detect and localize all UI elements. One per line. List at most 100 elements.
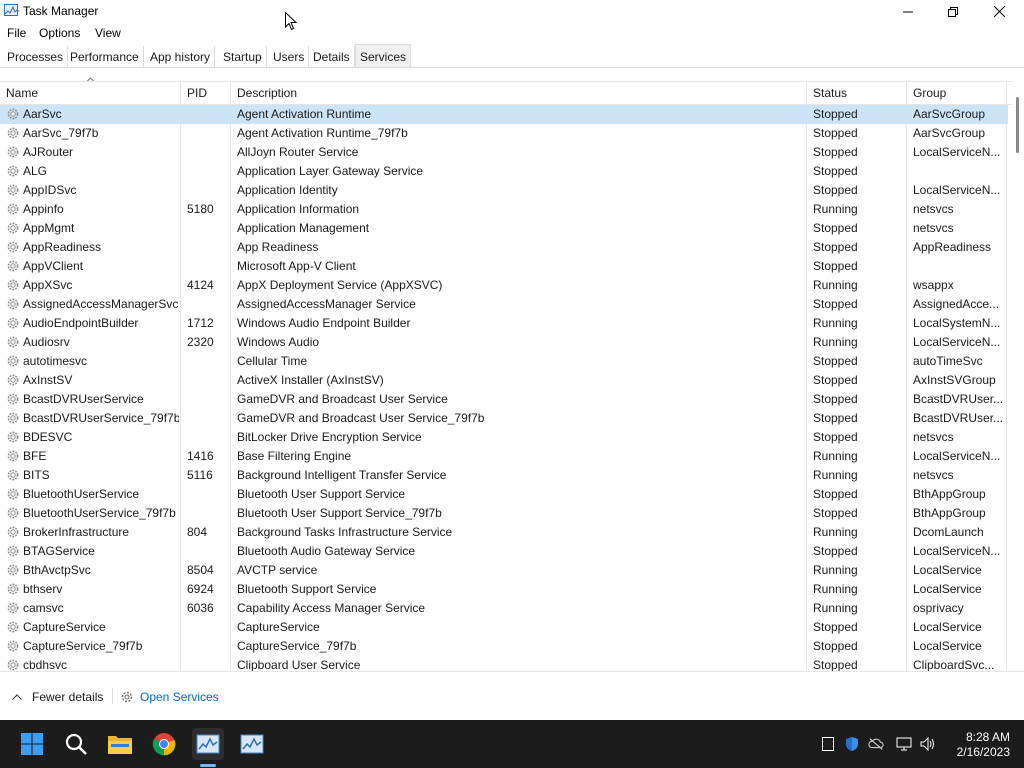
table-row[interactable]: AppVClient Microsoft App-V Client Stopped: [0, 257, 1008, 276]
close-button[interactable]: [976, 0, 1022, 23]
table-row[interactable]: AssignedAccessManagerSvc AssignedAccessMa…: [0, 295, 1008, 314]
windows-security-icon[interactable]: [844, 736, 860, 752]
tab-app-history[interactable]: App history: [146, 46, 216, 68]
service-description: Windows Audio Endpoint Builder: [237, 316, 411, 330]
table-row[interactable]: BDESVC BitLocker Drive Encryption Service…: [0, 428, 1008, 447]
onedrive-icon[interactable]: [868, 736, 884, 752]
service-status: Stopped: [813, 658, 858, 671]
table-row[interactable]: AarSvc Agent Activation Runtime Stopped Aar…: [0, 105, 1008, 124]
table-row[interactable]: BcastDVRUserService GameDVR and Broadcast…: [0, 390, 1008, 409]
table-row[interactable]: BthAvctpSvc 8504 AVCTP service Running Local…: [0, 561, 1008, 580]
service-gear-icon: [6, 240, 20, 254]
table-row[interactable]: BFE 1416 Base Filtering Engine Running Local…: [0, 447, 1008, 466]
table-row[interactable]: Appinfo 5180 Application Information Runnin…: [0, 200, 1008, 219]
table-row[interactable]: BcastDVRUserService_79f7b GameDVR and Bro…: [0, 409, 1008, 428]
table-row[interactable]: AxInstSV ActiveX Installer (AxInstSV) Stop…: [0, 371, 1008, 390]
service-group: LocalService: [913, 639, 982, 653]
table-row[interactable]: AppIDSvc Application Identity Stopped Local…: [0, 181, 1008, 200]
service-gear-icon: [6, 639, 20, 653]
start-icon[interactable]: [16, 728, 48, 760]
table-row[interactable]: AarSvc_79f7b Agent Activation Runtime_79f…: [0, 124, 1008, 143]
column-header-status[interactable]: Status: [807, 82, 906, 105]
column-header-description[interactable]: Description: [231, 82, 806, 105]
service-group: LocalServiceN...: [913, 449, 1001, 463]
tab-services[interactable]: Services: [355, 44, 412, 68]
service-name: Appinfo: [23, 202, 64, 216]
column-header-pid[interactable]: PID: [181, 82, 230, 105]
table-row[interactable]: BITS 5116 Background Intelligent Transfer …: [0, 466, 1008, 485]
table-row[interactable]: Audiosrv 2320 Windows Audio Running LocalSer…: [0, 333, 1008, 352]
table-row[interactable]: AppReadiness App Readiness Stopped AppReadi…: [0, 238, 1008, 257]
task-manager-icon[interactable]: [236, 728, 268, 760]
task-manager-icon[interactable]: [192, 728, 224, 760]
service-group: AarSvcGroup: [913, 126, 986, 140]
menu-view[interactable]: View: [95, 26, 121, 40]
table-row[interactable]: AudioEndpointBuilder 1712 Windows Audio En…: [0, 314, 1008, 333]
service-name: BrokerInfrastructure: [23, 525, 130, 539]
clock-time: 8:28 AM: [965, 730, 1010, 744]
minimize-button[interactable]: [885, 0, 931, 23]
tab-startup[interactable]: Startup: [219, 46, 267, 68]
service-status: Running: [813, 468, 858, 482]
table-row[interactable]: bthserv 6924 Bluetooth Support Service Runn…: [0, 580, 1008, 599]
tab-details[interactable]: Details: [309, 46, 355, 68]
file-explorer-icon[interactable]: [104, 728, 136, 760]
table-row[interactable]: AJRouter AllJoyn Router Service Stopped Loc…: [0, 143, 1008, 162]
service-pid: 2320: [187, 335, 214, 349]
menu-file[interactable]: File: [7, 26, 26, 40]
table-row[interactable]: cbdhsvc Clipboard User Service Stopped Clip…: [0, 656, 1008, 671]
table-row[interactable]: CaptureService_79f7b CaptureService_79f7b…: [0, 637, 1008, 656]
table-row[interactable]: AppMgmt Application Management Stopped nets…: [0, 219, 1008, 238]
tab-users[interactable]: Users: [269, 46, 310, 68]
service-description: Application Layer Gateway Service: [237, 164, 424, 178]
service-gear-icon: [6, 202, 20, 216]
column-header-group[interactable]: Group: [907, 82, 1007, 105]
table-row[interactable]: AppXSvc 4124 AppX Deployment Service (AppX…: [0, 276, 1008, 295]
service-gear-icon: [6, 430, 20, 444]
service-group: LocalSystemN...: [913, 316, 1001, 330]
search-icon[interactable]: [60, 728, 92, 760]
service-group: netsvcs: [913, 468, 954, 482]
table-row[interactable]: ALG Application Layer Gateway Service Stop…: [0, 162, 1008, 181]
restore-button[interactable]: [930, 0, 976, 23]
table-row[interactable]: BluetoothUserService Bluetooth User Suppo…: [0, 485, 1008, 504]
vertical-scrollbar[interactable]: [1012, 81, 1024, 671]
service-status: Stopped: [813, 297, 858, 311]
service-description: Bluetooth User Support Service_79f7b: [237, 506, 442, 520]
service-group: AxInstSVGroup: [913, 373, 996, 387]
fewer-details-button[interactable]: Fewer details: [12, 690, 103, 704]
system-clock[interactable]: 8:28 AM 2/16/2023: [940, 730, 1010, 760]
service-gear-icon: [6, 544, 20, 558]
service-name: BthAvctpSvc: [23, 563, 91, 577]
clock-date: 2/16/2023: [956, 745, 1010, 759]
menu-options[interactable]: Options: [39, 26, 80, 40]
table-row[interactable]: autotimesvc Cellular Time Stopped autoTimeS…: [0, 352, 1008, 371]
service-description: GameDVR and Broadcast User Service: [237, 392, 448, 406]
table-row[interactable]: BTAGService Bluetooth Audio Gateway Servi…: [0, 542, 1008, 561]
service-group: wsappx: [913, 278, 954, 292]
service-pid: 6036: [187, 601, 214, 615]
table-row[interactable]: CaptureService CaptureService Stopped Local…: [0, 618, 1008, 637]
service-status: Stopped: [813, 392, 858, 406]
scrollbar-thumb[interactable]: [1016, 97, 1019, 153]
mouse-cursor-icon: [285, 12, 297, 31]
tab-processes[interactable]: Processes: [3, 46, 69, 68]
touch-keyboard-icon[interactable]: [820, 736, 836, 752]
service-description: GameDVR and Broadcast User Service_79f7b: [237, 411, 485, 425]
table-row[interactable]: BluetoothUserService_79f7b Bluetooth User…: [0, 504, 1008, 523]
tab-performance[interactable]: Performance: [66, 46, 144, 68]
volume-icon[interactable]: [920, 736, 936, 752]
open-services-link[interactable]: Open Services: [120, 690, 219, 704]
service-gear-icon: [6, 525, 20, 539]
service-gear-icon: [6, 278, 20, 292]
table-row[interactable]: BrokerInfrastructure 804 Background Tasks …: [0, 523, 1008, 542]
table-row[interactable]: camsvc 6036 Capability Access Manager Serv…: [0, 599, 1008, 618]
service-gear-icon: [6, 582, 20, 596]
column-header-name[interactable]: Name: [0, 82, 180, 105]
chrome-icon[interactable]: [148, 728, 180, 760]
service-name: CaptureService: [23, 620, 106, 634]
service-name: bthserv: [23, 582, 63, 596]
window-title: Task Manager: [23, 4, 99, 18]
service-group: osprivacy: [913, 601, 964, 615]
network-icon[interactable]: [896, 736, 912, 752]
